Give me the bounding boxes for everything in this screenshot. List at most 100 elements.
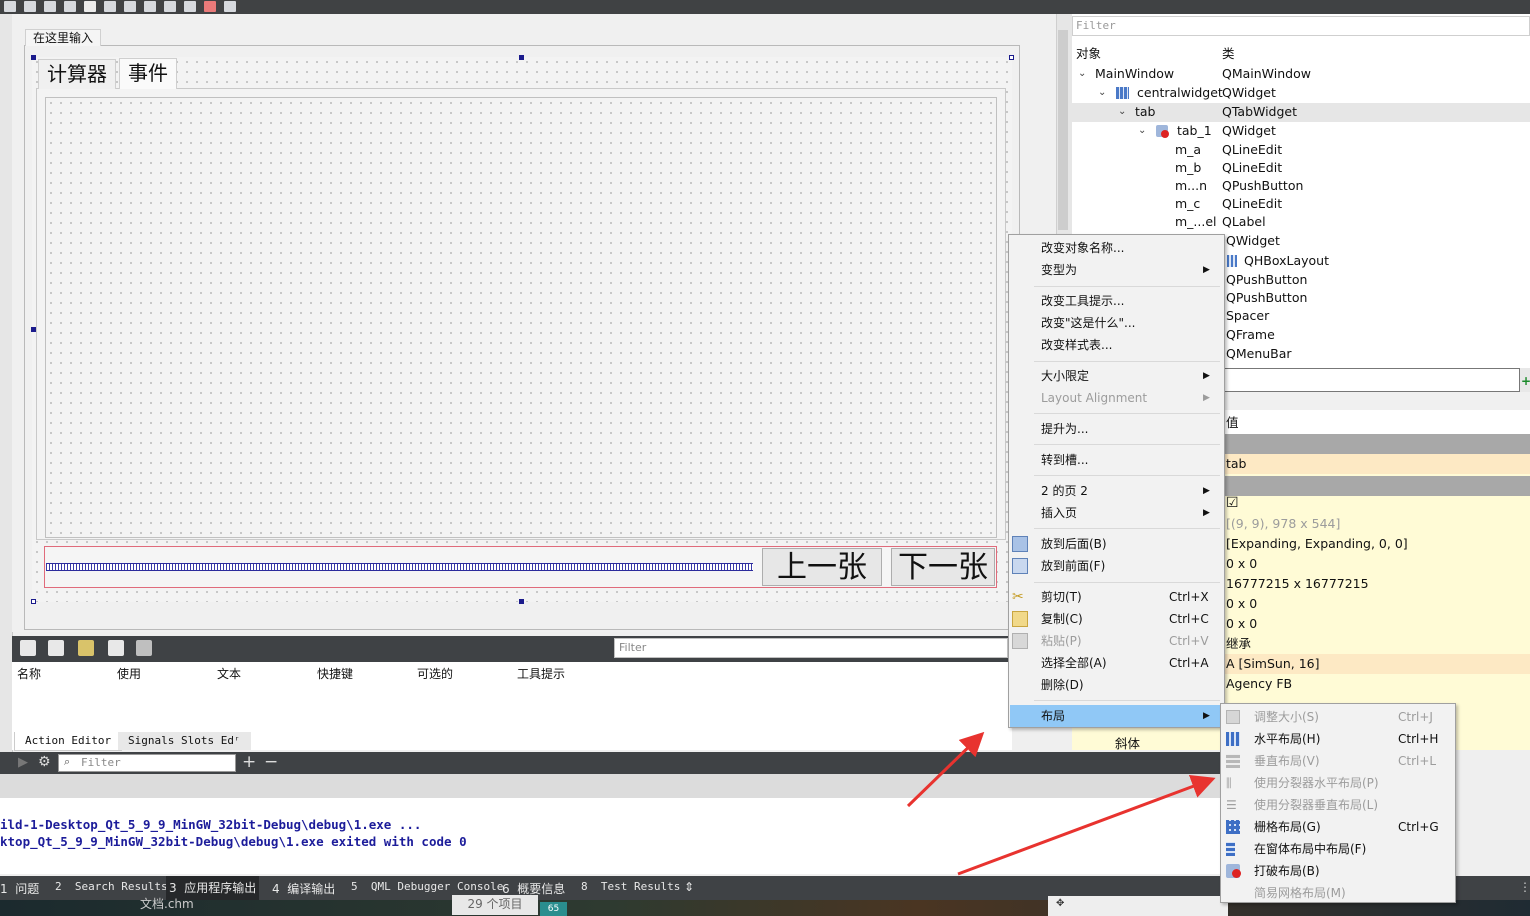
horizontal-layout-icon[interactable] <box>84 1 96 12</box>
tree-row-name[interactable]: m_b <box>1175 159 1201 177</box>
submenu-item-vertical-layout[interactable]: 垂直布局(V) <box>1254 750 1320 772</box>
tree-row-name[interactable]: MainWindow <box>1095 65 1174 83</box>
pane-qml-debugger[interactable]: 5 QML Debugger Console <box>351 880 503 893</box>
menu-item-bring-front[interactable]: 放到前面(F) <box>1041 556 1105 576</box>
break-layout-icon[interactable] <box>204 1 216 12</box>
submenu-item-form-layout[interactable]: 在窗体布局中布局(F) <box>1254 838 1366 860</box>
menu-item-goto-slot[interactable]: 转到槽... <box>1041 450 1088 470</box>
form-scrollbar-thumb[interactable] <box>1058 30 1068 230</box>
submenu-item-grid-layout[interactable]: 栅格布局(G) <box>1254 816 1321 838</box>
property-value[interactable]: A [SimSun, 16] <box>1226 654 1320 673</box>
collapse-icon[interactable]: ⌄ <box>1098 84 1106 102</box>
menu-item-whatsthis[interactable]: 改变"这是什么"... <box>1041 313 1135 333</box>
property-value[interactable]: 0 x 0 <box>1226 554 1257 573</box>
tree-row-name[interactable]: tab_1 <box>1177 122 1212 140</box>
widget-mode-icon[interactable] <box>4 1 16 12</box>
column-header[interactable]: 名称 <box>17 665 41 682</box>
enabled-checkbox[interactable]: ☑ <box>1226 494 1239 513</box>
property-value[interactable]: 0 x 0 <box>1226 614 1257 633</box>
tab-signals-slots[interactable]: Signals Slots Edʳ <box>118 732 251 750</box>
grid-layout-icon[interactable] <box>184 1 196 12</box>
configure-action-icon[interactable] <box>136 640 152 656</box>
copy-action-icon[interactable] <box>48 640 64 656</box>
menu-item-size-constraints[interactable]: 大小限定 <box>1041 366 1089 386</box>
submenu-item-adjust-size[interactable]: 调整大小(S) <box>1254 706 1319 728</box>
output-filter-input[interactable]: Filter <box>58 754 236 772</box>
object-filter-input[interactable]: Filter <box>1072 16 1530 36</box>
submenu-item-splitter-vertical[interactable]: 使用分裂器垂直布局(L) <box>1254 794 1378 816</box>
zoom-in-icon[interactable]: + <box>242 752 256 772</box>
menu-item-page[interactable]: 2 的页 2 <box>1041 481 1088 501</box>
pane-toggle-icon[interactable]: ⇕ <box>684 880 694 894</box>
property-value[interactable]: [Expanding, Expanding, 0, 0] <box>1226 534 1408 553</box>
vertical-layout-icon[interactable] <box>104 1 116 12</box>
selection-handle[interactable] <box>519 599 524 604</box>
menu-item-paste[interactable]: 粘贴(P) <box>1041 631 1082 651</box>
tree-row-name[interactable]: centralwidget <box>1137 84 1223 102</box>
tree-row-name[interactable]: m...n <box>1175 177 1207 195</box>
pane-issues[interactable]: 1 问题 <box>0 880 39 897</box>
value-column-header[interactable]: 值 <box>1226 413 1239 432</box>
horizontal-spacer[interactable] <box>46 563 753 571</box>
selection-handle[interactable] <box>519 55 524 60</box>
property-value[interactable]: 0 x 0 <box>1226 594 1257 613</box>
column-header[interactable]: 文本 <box>217 665 241 682</box>
add-property-icon[interactable]: + <box>1521 374 1530 388</box>
submenu-item-simple-grid[interactable]: 简易网格布局(M) <box>1254 882 1346 904</box>
action-filter-input[interactable]: Filter <box>614 638 1008 658</box>
submenu-item-splitter-horizontal[interactable]: 使用分裂器水平布局(P) <box>1254 772 1379 794</box>
tree-row-name[interactable]: m_c <box>1175 195 1200 213</box>
menu-item-promote[interactable]: 提升为... <box>1041 419 1088 439</box>
tab-order-mode-icon[interactable] <box>64 1 76 12</box>
collapse-icon[interactable]: ⌄ <box>1118 103 1126 121</box>
splitter-v-icon[interactable] <box>144 1 156 12</box>
collapse-icon[interactable]: ⌄ <box>1138 122 1146 140</box>
prev-button[interactable]: 上一张 <box>762 548 882 586</box>
pane-compile-output[interactable]: 4 编译输出 <box>272 880 335 897</box>
header-class[interactable]: 类 <box>1222 45 1235 63</box>
property-value[interactable]: Agency FB <box>1226 674 1292 693</box>
selection-handle[interactable] <box>31 599 36 604</box>
menubar-type-here[interactable]: 在这里输入 <box>25 29 102 46</box>
menu-item-morph[interactable]: 变型为 <box>1041 260 1077 280</box>
menu-item-select-all[interactable]: 选择全部(A) <box>1041 653 1107 673</box>
delete-action-icon[interactable] <box>108 640 124 656</box>
tab-action-editor[interactable]: Action Editor <box>14 732 123 751</box>
application-output[interactable]: ild-1-Desktop_Qt_5_9_9_MinGW_32bit-Debug… <box>0 798 1220 874</box>
resize-grip-icon[interactable]: ⋮ <box>1519 880 1530 894</box>
run-icon[interactable]: ▶ <box>18 755 28 770</box>
selection-handle[interactable] <box>31 55 36 60</box>
splitter-h-icon[interactable] <box>124 1 136 12</box>
pane-test-results[interactable]: 8 Test Results <box>581 880 680 893</box>
submenu-item-break-layout[interactable]: 打破布局(B) <box>1254 860 1320 882</box>
menu-item-layout[interactable]: 布局 <box>1041 706 1065 726</box>
property-value[interactable]: tab <box>1226 454 1247 473</box>
menu-item-send-back[interactable]: 放到后面(B) <box>1041 534 1107 554</box>
adjust-size-icon[interactable] <box>224 1 236 12</box>
submenu-item-horizontal-layout[interactable]: 水平布局(H) <box>1254 728 1320 750</box>
collapse-icon[interactable]: ⌄ <box>1078 65 1086 83</box>
property-value[interactable]: 继承 <box>1226 634 1251 653</box>
menu-item-insert-page[interactable]: 插入页 <box>1041 503 1077 523</box>
column-header[interactable]: 使用 <box>117 665 141 682</box>
menu-item-stylesheet[interactable]: 改变样式表... <box>1041 335 1112 355</box>
tree-row-name[interactable]: m_...el <box>1175 213 1217 231</box>
menu-item-copy[interactable]: 复制(C) <box>1041 609 1083 629</box>
buddy-mode-icon[interactable] <box>44 1 56 12</box>
signal-slot-mode-icon[interactable] <box>24 1 36 12</box>
menu-item-tooltip[interactable]: 改变工具提示... <box>1041 291 1124 311</box>
column-header[interactable]: 可选的 <box>417 665 453 682</box>
tree-row-name[interactable]: m_a <box>1175 141 1201 159</box>
header-object[interactable]: 对象 <box>1076 45 1101 63</box>
menu-item-cut[interactable]: 剪切(T) <box>1041 587 1082 607</box>
column-header[interactable]: 快捷键 <box>317 665 353 682</box>
menu-item-layout-alignment[interactable]: Layout Alignment <box>1041 388 1147 408</box>
form-layout-icon[interactable] <box>164 1 176 12</box>
pane-search-results[interactable]: 2 Search Results <box>55 880 168 893</box>
tab-events[interactable]: 事件 <box>119 58 177 89</box>
new-action-icon[interactable] <box>20 640 36 656</box>
tab-calculator[interactable]: 计算器 <box>38 59 116 89</box>
menu-item-delete[interactable]: 删除(D) <box>1041 675 1084 695</box>
selection-handle[interactable] <box>1009 55 1014 60</box>
property-value[interactable]: 16777215 x 16777215 <box>1226 574 1369 593</box>
